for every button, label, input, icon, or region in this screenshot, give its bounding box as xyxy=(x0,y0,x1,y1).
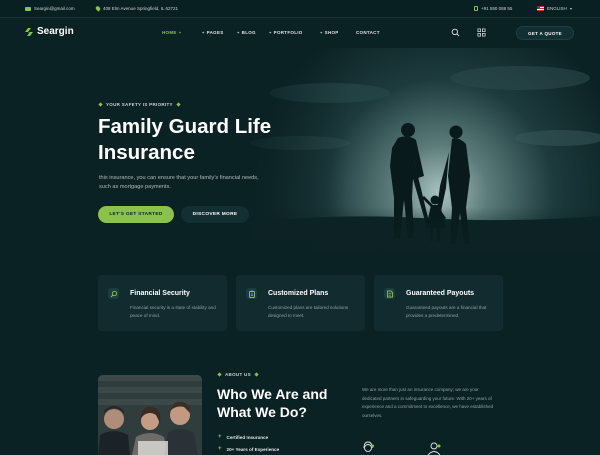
about-title-line-2: What We Do? xyxy=(217,404,307,420)
language-label: ENGLISH xyxy=(547,6,567,11)
nav-item-contact-label: CONTACT xyxy=(356,30,380,35)
list-item-label: Certified Insurance xyxy=(226,434,269,440)
grid-menu-icon[interactable] xyxy=(477,28,486,37)
support-agent-icon xyxy=(363,441,374,452)
get-a-quote-button[interactable]: GET A QUOTE xyxy=(516,26,574,40)
plus-icon: + xyxy=(320,30,323,35)
about-tagline: ABOUT US xyxy=(217,372,259,377)
feature-description: Customized plans are tailored solutions … xyxy=(268,305,349,318)
nav-item-blog[interactable]: + BLOG xyxy=(237,30,256,35)
top-address: 408 Elm Avenue Springfield, IL 62721 xyxy=(94,5,179,12)
hero-background-image xyxy=(0,48,600,260)
hero-subtitle: this insurance, you can ensure that your… xyxy=(99,175,259,190)
get-started-button[interactable]: LET'S GET STARTED xyxy=(98,206,174,223)
about-description: We are more than just an insurance compa… xyxy=(362,387,494,418)
diamond-icon xyxy=(254,372,259,377)
nav-item-pages-label: PAGES xyxy=(206,30,224,35)
plus-icon: + xyxy=(218,446,222,452)
search-shield-icon xyxy=(108,288,119,299)
top-phone[interactable]: +91 590 088 55 xyxy=(474,6,512,11)
hero-section: YOUR SAFETY IS PRIORITY Family Guard Lif… xyxy=(0,48,600,260)
top-bar: Seargin@gmail.com 408 Elm Avenue Springf… xyxy=(0,0,600,18)
diamond-icon xyxy=(176,102,181,107)
phone-icon xyxy=(474,6,478,11)
plus-icon: + xyxy=(237,30,240,35)
list-item-label: 20+ Years of Experience xyxy=(226,446,280,452)
hero-tagline: YOUR SAFETY IS PRIORITY xyxy=(98,102,181,107)
hero-title: Family Guard Life Insurance xyxy=(98,114,298,166)
about-tag-text: ABOUT US xyxy=(225,372,251,377)
us-flag-icon xyxy=(537,6,544,11)
nav-item-home[interactable]: HOME + xyxy=(162,30,181,35)
list-item: + Certified Insurance xyxy=(218,431,279,443)
plus-icon: + xyxy=(218,434,222,440)
chevron-down-icon xyxy=(569,7,572,10)
nav-item-portfolio-label: PORTFOLIO xyxy=(273,30,303,35)
user-shield-icon xyxy=(427,442,441,455)
hero-title-line-2: Insurance xyxy=(98,141,195,164)
top-phone-text: +91 590 088 55 xyxy=(481,6,513,11)
hero-tag-text: YOUR SAFETY IS PRIORITY xyxy=(106,102,173,107)
nav-item-pages[interactable]: + PAGES xyxy=(202,30,224,35)
diamond-icon xyxy=(98,102,103,107)
language-selector[interactable]: ENGLISH xyxy=(537,6,572,11)
nav-item-shop[interactable]: + SHOP xyxy=(320,30,339,35)
nav-item-contact[interactable]: CONTACT xyxy=(356,30,380,35)
feature-title: Customized Plans xyxy=(268,290,329,297)
discover-more-button[interactable]: DISCOVER MORE xyxy=(181,206,249,223)
hero-title-line-1: Family Guard Life xyxy=(98,115,272,138)
about-title-line-1: Who We Are and xyxy=(217,386,328,402)
search-icon[interactable] xyxy=(451,28,460,37)
feature-description: Financial security is a state of stabili… xyxy=(130,305,216,318)
about-list: + Certified Insurance + 20+ Years of Exp… xyxy=(218,431,279,455)
main-nav: Seargin HOME + + PAGES + BLOG + PORTFOLIO + S… xyxy=(0,18,600,48)
document-check-icon xyxy=(384,288,395,299)
feature-title: Financial Security xyxy=(130,290,190,297)
location-pin-icon xyxy=(94,5,102,12)
feature-description: Guaranteed payouts are a financial that … xyxy=(406,305,487,318)
feature-title: Guaranteed Payouts xyxy=(406,290,475,297)
diamond-icon xyxy=(217,372,222,377)
nav-item-portfolio[interactable]: + PORTFOLIO xyxy=(269,30,303,35)
nav-item-shop-label: SHOP xyxy=(324,30,339,35)
plus-icon: + xyxy=(202,30,205,35)
logo[interactable]: Seargin xyxy=(24,26,74,37)
nav-item-blog-label: BLOG xyxy=(241,30,256,35)
top-email[interactable]: Seargin@gmail.com xyxy=(25,6,75,11)
about-title: Who We Are and What We Do? xyxy=(217,385,337,421)
nav-item-home-label: HOME xyxy=(162,30,177,35)
mail-icon xyxy=(25,6,31,11)
plus-icon: + xyxy=(178,30,182,35)
plus-icon: + xyxy=(269,30,272,35)
list-item: + 20+ Years of Experience xyxy=(218,443,279,455)
feature-card-guaranteed-payouts[interactable]: Guaranteed Payouts Guaranteed payouts ar… xyxy=(374,275,503,331)
about-feature-icons xyxy=(363,441,441,455)
logo-icon xyxy=(25,27,33,36)
brand-name: Seargin xyxy=(37,26,74,37)
feature-card-financial-security[interactable]: Financial Security Financial security is… xyxy=(98,275,227,331)
top-address-text: 408 Elm Avenue Springfield, IL 62721 xyxy=(103,6,179,11)
about-team-photo xyxy=(98,375,202,455)
clipboard-icon xyxy=(246,288,257,299)
top-email-text: Seargin@gmail.com xyxy=(34,6,75,11)
feature-card-customized-plans[interactable]: Customized Plans Customized plans are ta… xyxy=(236,275,365,331)
